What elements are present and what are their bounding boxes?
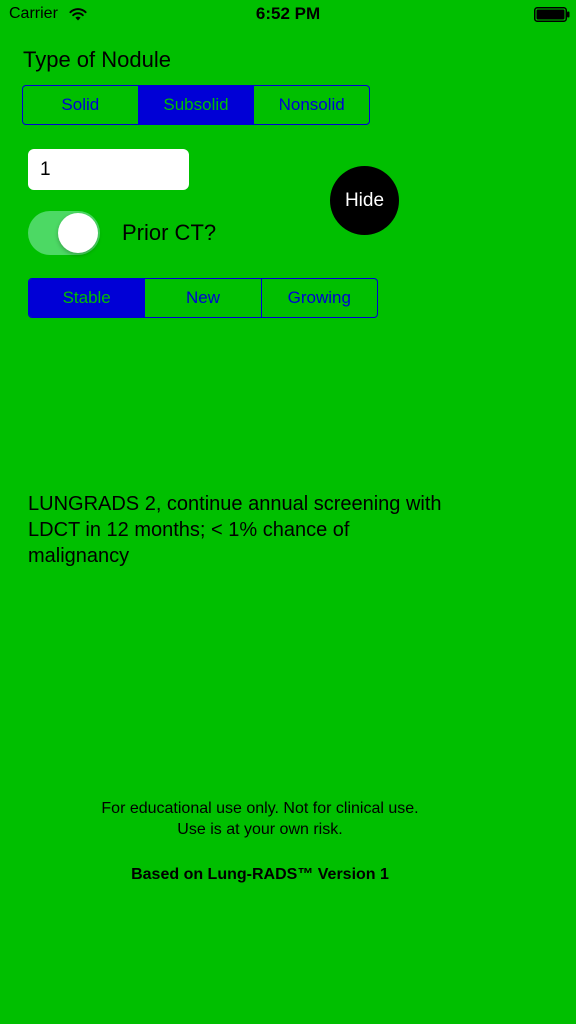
result-text: LUNGRADS 2, continue annual screening wi… [28, 493, 442, 567]
nodule-size-input[interactable] [28, 149, 189, 190]
change-segmented-control: Stable New Growing [28, 278, 378, 318]
prior-ct-toggle[interactable] [28, 211, 100, 255]
nodule-type-segmented-control: Solid Subsolid Nonsolid [22, 85, 370, 125]
battery-icon [534, 7, 570, 22]
disclaimer-line-1: For educational use only. Not for clinic… [101, 800, 419, 817]
hide-button[interactable]: Hide [330, 166, 399, 235]
segment-growing[interactable]: Growing [260, 279, 377, 317]
disclaimer: For educational use only. Not for clinic… [0, 798, 520, 840]
status-bar: Carrier 6:52 PM [0, 0, 576, 30]
toggle-knob [58, 213, 98, 253]
segment-new[interactable]: New [144, 279, 260, 317]
disclaimer-line-2: Use is at your own risk. [177, 821, 343, 838]
nodule-type-title: Type of Nodule [23, 47, 171, 72]
version-note: Based on Lung-RADS™ Version 1 [131, 866, 389, 883]
segment-stable[interactable]: Stable [29, 279, 145, 317]
prior-ct-label: Prior CT? [122, 220, 217, 245]
segment-solid[interactable]: Solid [23, 86, 138, 124]
status-time: 6:52 PM [255, 4, 321, 23]
segment-nonsolid[interactable]: Nonsolid [253, 86, 369, 124]
segment-subsolid[interactable]: Subsolid [137, 86, 254, 124]
